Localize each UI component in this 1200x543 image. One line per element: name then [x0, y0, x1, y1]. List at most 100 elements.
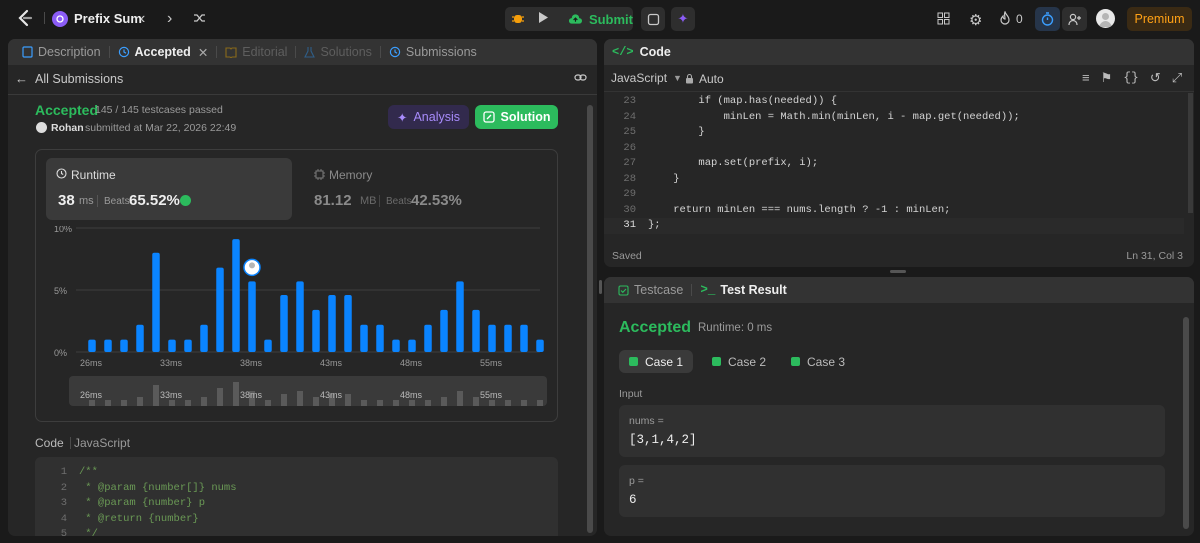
braces-icon[interactable]: {}	[1123, 70, 1139, 86]
lock-icon	[685, 73, 694, 87]
chevron-down-icon: ▼	[673, 73, 682, 83]
line-text: }	[648, 126, 705, 138]
submit-button[interactable]: Submit	[560, 7, 633, 31]
shuffle-icon[interactable]	[193, 12, 206, 24]
runtime-unit: ms	[79, 195, 94, 207]
case-check-icon	[790, 357, 800, 366]
minimap-bar	[121, 400, 127, 406]
minimap-bar	[521, 400, 527, 406]
line-text: * @return {number}	[79, 512, 199, 525]
minimap-tick-label: 26ms	[80, 390, 103, 400]
histogram-bar	[216, 267, 224, 352]
line-text: return minLen === nums.length ? -1 : min…	[648, 203, 951, 216]
runtime-card[interactable]: Runtime 38 ms Beats 65.52%	[46, 158, 292, 220]
test-scrollbar[interactable]	[1183, 317, 1189, 529]
flask-icon	[304, 47, 316, 58]
editor-content[interactable]: 23 if (map.has(needed)) { 24 minLen = Ma…	[604, 93, 1184, 234]
timer-icon[interactable]	[1035, 7, 1060, 31]
histogram-bar	[328, 294, 336, 352]
checkbox-icon	[618, 284, 629, 296]
tab-solutions[interactable]: Solutions	[298, 45, 377, 59]
run-icon[interactable]	[538, 11, 549, 24]
problem-title[interactable]: Prefix Sum	[74, 11, 142, 26]
minimap-bar	[169, 400, 175, 406]
runtime-beats-label: Beats	[104, 196, 130, 207]
runtime-distribution-chart: 10% 5% 0% 26ms 33ms 38ms 43ms 48ms 55ms 26ms 33ms 3…	[54, 226, 547, 406]
horizontal-resize-handle[interactable]	[890, 270, 906, 273]
editor-scrollbar[interactable]	[1188, 93, 1193, 213]
line-text: /**	[79, 466, 98, 478]
reset-icon[interactable]: ↺	[1150, 70, 1161, 86]
notes-icon[interactable]	[641, 7, 665, 31]
case-tab-2[interactable]: Case 2	[702, 350, 776, 373]
solution-button[interactable]: Solution	[475, 105, 558, 129]
code-line: 3 * @param {number} p	[35, 496, 558, 512]
avatar[interactable]	[1096, 9, 1115, 28]
all-submissions-link[interactable]: ← All Submissions	[15, 71, 123, 86]
y-tick-label: 0%	[54, 348, 67, 358]
close-tab-icon[interactable]: ✕	[198, 45, 208, 60]
line-number: 4	[60, 512, 67, 525]
x-tick-label: 38ms	[240, 358, 263, 368]
minimap-bar	[105, 400, 111, 406]
tab-accepted[interactable]: Accepted ✕	[112, 45, 215, 60]
format-icon[interactable]: ≡	[1082, 70, 1090, 86]
code-editor-panel: </> Code JavaScript ▼ Auto ≡ ⚑ {} ↺ ⤢ 23…	[604, 39, 1194, 267]
gear-icon[interactable]: ⚙	[969, 11, 982, 29]
minimap-bar	[409, 400, 415, 406]
book-icon	[225, 46, 237, 58]
minimap-bar	[361, 400, 367, 406]
streak-fire-icon[interactable]	[999, 11, 1011, 25]
auto-label[interactable]: Auto	[699, 72, 724, 86]
memory-card[interactable]: Memory 81.12 MB Beats 42.53%	[304, 158, 550, 220]
minimap-bar	[281, 394, 287, 406]
test-panel: Testcase >_ Test Result Accepted Runtime…	[604, 277, 1194, 536]
tab-test-result[interactable]: >_ Test Result	[694, 283, 792, 297]
sparkle-icon: ✦	[396, 110, 408, 125]
premium-button[interactable]: Premium	[1127, 7, 1192, 31]
minimap-bar	[537, 400, 543, 406]
tab-editorial[interactable]: Editorial	[219, 45, 293, 59]
fullscreen-icon[interactable]: ⤢	[1172, 70, 1182, 86]
ai-sparkle-icon[interactable]: ✦	[671, 7, 695, 31]
case-tab-3[interactable]: Case 3	[781, 350, 855, 373]
left-scrollbar[interactable]	[587, 105, 593, 533]
leetcode-logo-icon[interactable]	[16, 9, 34, 27]
line-text: minLen = Math.min(minLen, i - map.get(ne…	[648, 110, 1020, 123]
vertical-resize-handle[interactable]	[599, 280, 602, 294]
tab-description[interactable]: Description	[16, 45, 107, 59]
histogram-bar	[424, 324, 432, 352]
editor-line: 26	[604, 141, 1184, 157]
leaf-icon	[180, 195, 191, 206]
debug-icon[interactable]	[511, 11, 525, 25]
editor-toolbar: ≡ ⚑ {} ↺ ⤢	[1082, 70, 1182, 86]
code-section-language: JavaScript	[74, 436, 131, 450]
tab-description-label: Description	[38, 45, 101, 59]
tab-submissions[interactable]: Submissions	[383, 45, 483, 59]
analysis-button[interactable]: ✦ Analysis	[388, 105, 469, 129]
prev-problem-icon[interactable]: ‹	[140, 10, 145, 28]
code-panel-title: Code	[639, 45, 671, 59]
link-icon[interactable]	[574, 72, 587, 83]
histogram-bar	[104, 339, 112, 352]
line-text: if (map.has(needed)) {	[648, 95, 838, 107]
line-number: 5	[60, 528, 67, 536]
add-user-icon[interactable]	[1062, 7, 1087, 31]
line-number: 31	[623, 219, 636, 231]
arrow-left-icon: ←	[15, 71, 28, 86]
case-tab-1[interactable]: Case 1	[619, 350, 693, 373]
next-problem-icon[interactable]: ›	[167, 10, 172, 28]
histogram-bar	[168, 339, 176, 352]
runtime-value: 38	[58, 192, 75, 209]
histogram-bar	[296, 281, 304, 352]
all-submissions-label: All Submissions	[35, 71, 124, 86]
submitter-name[interactable]: Rohan	[51, 122, 84, 134]
line-number: 26	[623, 141, 636, 154]
runtime-label: Runtime	[71, 168, 116, 182]
minimap-tick-label: 48ms	[400, 390, 423, 400]
minimap-bar	[185, 400, 191, 406]
language-select[interactable]: JavaScript ▼	[611, 71, 682, 85]
layout-icon[interactable]	[937, 12, 950, 25]
tab-testcase[interactable]: Testcase	[612, 283, 689, 297]
bookmark-icon[interactable]: ⚑	[1101, 70, 1113, 86]
